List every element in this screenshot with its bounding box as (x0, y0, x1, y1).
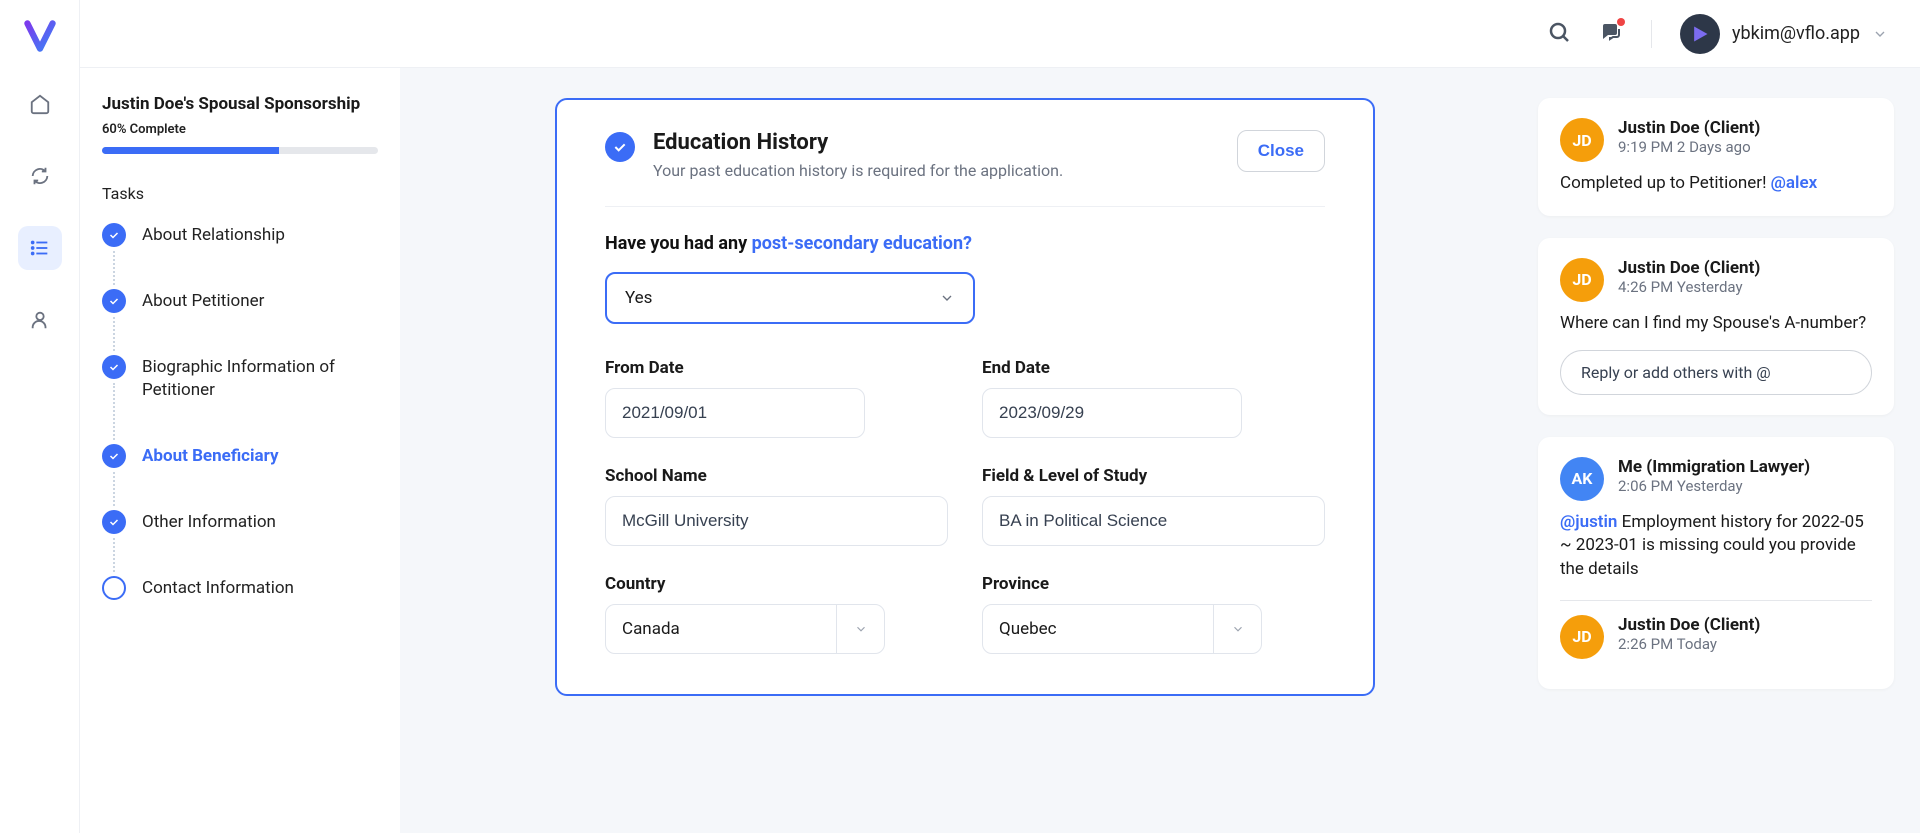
check-icon (102, 223, 126, 247)
check-icon (102, 289, 126, 313)
progress-fill (102, 147, 279, 154)
mention[interactable]: @alex (1771, 173, 1818, 193)
card-subtitle: Your past education history is required … (653, 161, 1219, 180)
case-title: Justin Doe's Spousal Sponsorship (102, 94, 378, 114)
country-label: Country (605, 574, 948, 594)
progress-label: 60% Complete (102, 122, 378, 137)
comments-panel: JDJustin Doe (Client)9:19 PM 2 Days agoC… (1530, 68, 1920, 833)
home-icon[interactable] (18, 82, 62, 126)
card-title: Education History (653, 130, 1219, 155)
chevron-down-icon (1872, 26, 1888, 42)
check-icon (102, 444, 126, 468)
field-level-label: Field & Level of Study (982, 466, 1325, 486)
comment-time: 9:19 PM 2 Days ago (1618, 138, 1760, 156)
comment-time: 2:26 PM Today (1618, 635, 1760, 653)
comment-author: Justin Doe (Client) (1618, 118, 1760, 138)
field-level-input[interactable] (982, 496, 1325, 546)
comment-card: JD Justin Doe (Client)9:19 PM 2 Days ago C… (1538, 98, 1894, 216)
tasks-heading: Tasks (102, 184, 378, 203)
comment-body: Completed up to Petitioner! @alex (1560, 172, 1872, 196)
nav-rail (0, 0, 80, 833)
comment-card: JD Justin Doe (Client)4:26 PM Yesterday Wh… (1538, 238, 1894, 415)
country-select[interactable]: Canada (605, 604, 885, 654)
notification-dot (1617, 18, 1625, 26)
from-date-label: From Date (605, 358, 948, 378)
comment-body: Where can I find my Spouse's A-number? (1560, 312, 1872, 336)
task-label: Biographic Information of Petitioner (142, 355, 378, 402)
from-date-input[interactable] (605, 388, 865, 438)
avatar: JD (1560, 258, 1604, 302)
task-item[interactable]: About Relationship (102, 223, 378, 289)
question-label: Have you had any post-secondary educatio… (605, 233, 1325, 254)
province-select[interactable]: Quebec (982, 604, 1262, 654)
avatar (1680, 14, 1720, 54)
task-label: Other Information (142, 510, 276, 534)
school-input[interactable] (605, 496, 948, 546)
check-icon (102, 355, 126, 379)
task-list: About Relationship About Petitioner Biogra… (102, 223, 378, 600)
comment-author: Justin Doe (Client) (1618, 258, 1760, 278)
search-icon[interactable] (1547, 20, 1571, 48)
comment-card: AK Me (Immigration Lawyer)2:06 PM Yesterd… (1538, 437, 1894, 689)
task-item[interactable]: Contact Information (102, 576, 378, 600)
task-item[interactable]: About Petitioner (102, 289, 378, 355)
chevron-down-icon (1213, 605, 1261, 653)
end-date-input[interactable] (982, 388, 1242, 438)
main-area: Education History Your past education hi… (400, 68, 1530, 833)
task-label: About Beneficiary (142, 444, 279, 468)
comment-author: Me (Immigration Lawyer) (1618, 457, 1810, 477)
app-logo (22, 18, 58, 54)
task-item[interactable]: Biographic Information of Petitioner (102, 355, 378, 444)
answer-value: Yes (625, 288, 652, 308)
answer-select[interactable]: Yes (605, 272, 975, 324)
province-label: Province (982, 574, 1325, 594)
end-date-label: End Date (982, 358, 1325, 378)
task-item[interactable]: Other Information (102, 510, 378, 576)
chevron-down-icon (836, 605, 884, 653)
user-email: ybkim@vflo.app (1732, 23, 1860, 44)
list-icon[interactable] (18, 226, 62, 270)
thread-reply: JD Justin Doe (Client)2:26 PM Today (1560, 615, 1872, 659)
reply-input[interactable]: Reply or add others with @ (1560, 350, 1872, 395)
comment-body: @justin Employment history for 2022-05 ~… (1560, 511, 1872, 582)
divider (1651, 20, 1652, 48)
task-label: About Relationship (142, 223, 285, 247)
circle-icon (102, 576, 126, 600)
mention[interactable]: @justin (1560, 512, 1617, 532)
comment-time: 2:06 PM Yesterday (1618, 477, 1810, 495)
user-menu[interactable]: ybkim@vflo.app (1680, 14, 1888, 54)
form-card: Education History Your past education hi… (555, 98, 1375, 696)
task-item[interactable]: About Beneficiary (102, 444, 378, 510)
task-label: About Petitioner (142, 289, 264, 313)
chat-icon[interactable] (1599, 20, 1623, 48)
check-icon (102, 510, 126, 534)
comment-time: 4:26 PM Yesterday (1618, 278, 1760, 296)
cycle-icon[interactable] (18, 154, 62, 198)
comment-author: Justin Doe (Client) (1618, 615, 1760, 635)
progress-bar (102, 147, 378, 154)
close-button[interactable]: Close (1237, 130, 1325, 172)
tasks-panel: Justin Doe's Spousal Sponsorship 60% Com… (80, 68, 400, 833)
avatar: AK (1560, 457, 1604, 501)
avatar: JD (1560, 118, 1604, 162)
user-icon[interactable] (18, 298, 62, 342)
top-bar: ybkim@vflo.app (80, 0, 1920, 68)
check-icon (605, 132, 635, 162)
task-label: Contact Information (142, 576, 294, 600)
avatar: JD (1560, 615, 1604, 659)
chevron-down-icon (939, 290, 955, 306)
school-label: School Name (605, 466, 948, 486)
